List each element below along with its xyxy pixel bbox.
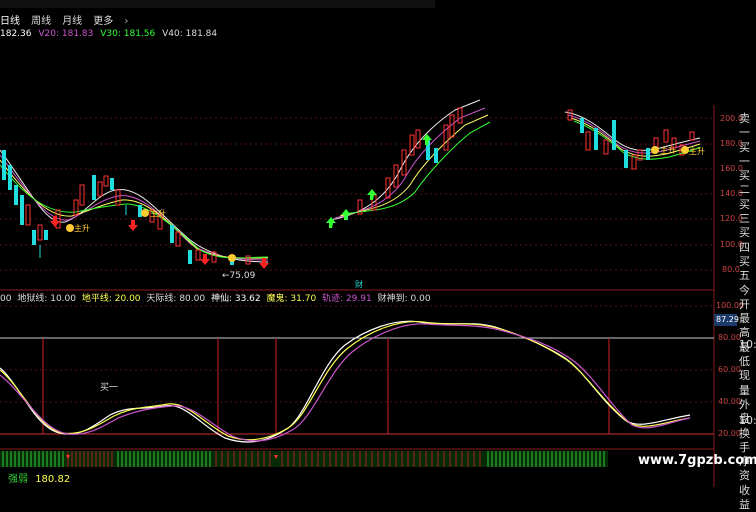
zhusheng-label: 主升 [689,147,705,156]
quote-label: 买二 [739,169,750,197]
quote-label: 最高 [739,312,750,340]
indicator-legend-item: 神仙: 33.62 [210,294,261,304]
zhusheng-label: 主升 [150,209,166,218]
quote-label: 现量 [739,369,750,397]
bottom-legend-value: 180.82 [35,474,71,485]
candles-segment-1 [2,150,251,265]
quote-label: 买四 [739,226,750,254]
quote-label: 买五 [739,254,750,283]
chart-canvas [0,0,756,487]
ma-lines [0,99,701,263]
indicator-current-value: 87.29 [716,315,739,324]
overlay-black-area [435,0,756,105]
bottom-legend-label: 强弱 [8,474,28,485]
indicator-legend-item: 地平线: 20.00 [81,294,141,304]
maiyi-label: 买一 [100,383,119,393]
quote-label: 收益 [739,483,750,512]
time-label: 10:2 [739,414,756,427]
candles-segment-3 [567,109,695,170]
price-axis-label: 80.0 [722,265,740,274]
indicator-legend-item: 00 [0,294,12,304]
cai-label: 财 [355,280,363,289]
watermark: www.7gpzb.com [638,453,756,468]
bottom-histogram [0,451,608,467]
bottom-legend: 强弱 180.82 [8,470,70,485]
window-header-strip [0,0,435,8]
quote-label: 换手 [739,426,750,454]
quote-label: 今开 [739,283,750,311]
indicator-legend-item: 地狱线: 10.00 [17,294,76,304]
quote-label: 买一 [739,140,750,168]
indicator-axis-label: 20.00 [718,429,741,438]
low-price-label: ←75.09 [222,271,256,281]
indicator-axis-label: 40.00 [718,397,741,406]
zhusheng-label: 主升 [74,224,90,233]
indicator-axis-label: 60.00 [718,365,741,374]
price-gridlines [0,117,714,271]
quote-panel: 卖一 买一 买二 买三 买四 买五 今开 最高 最低 现量 外盘 换手 净资 收… [739,112,756,512]
quote-label: 买三 [739,197,750,226]
signal-arrows [50,134,689,269]
zhusheng-label: 主升 [660,146,676,155]
time-label: 10:2 [739,338,756,351]
indicator-legend: 00 地狱线: 10.00 地平线: 20.00 天际线: 80.00 神仙: … [0,291,431,304]
indicator-axis-label: 80.00 [718,333,741,342]
indicator-legend-item: 天际线: 80.00 [146,294,206,304]
quote-label: 卖一 [739,112,750,140]
indicator-legend-item: 轨迹: 29.91 [322,294,372,304]
indicator-legend-item: 魔鬼: 31.70 [266,294,317,304]
indicator-legend-item: 财神到: 0.00 [377,294,431,304]
